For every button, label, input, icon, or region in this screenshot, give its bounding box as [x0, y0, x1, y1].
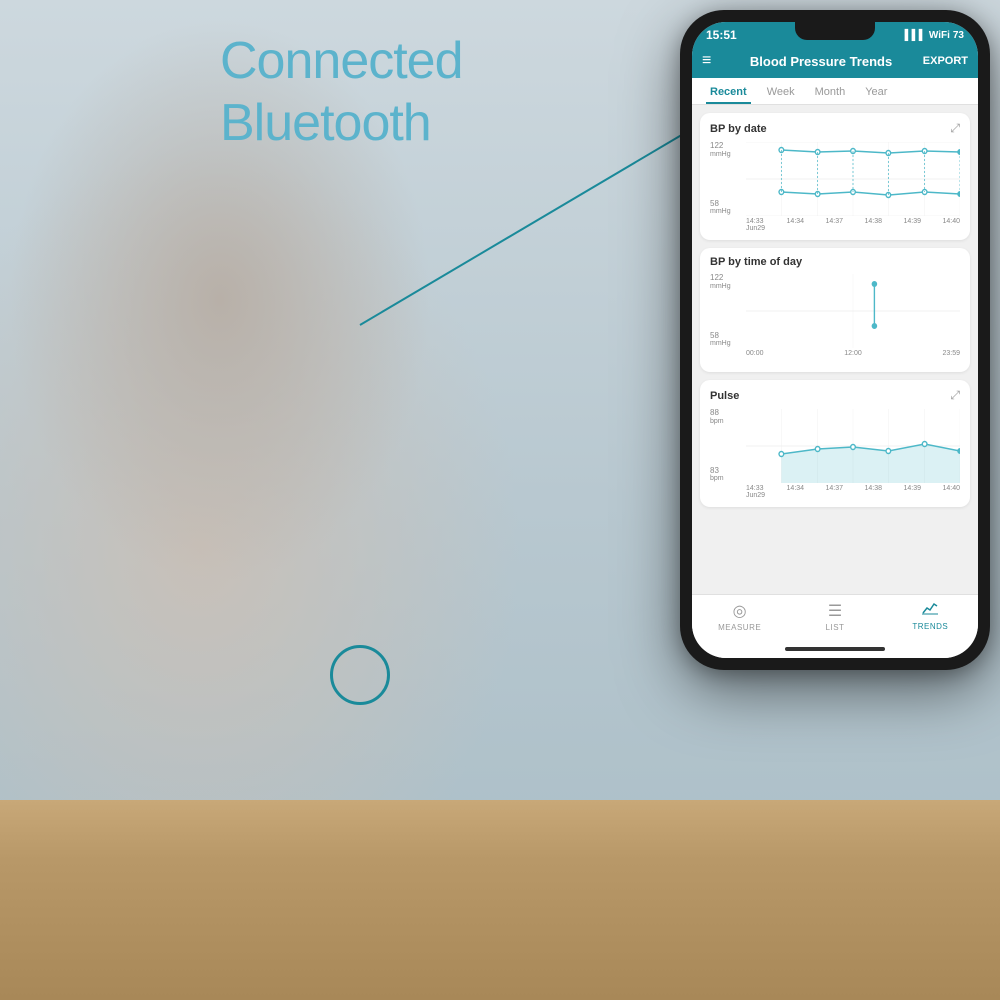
bp-date-plot — [746, 142, 960, 216]
trends-label: TRENDS — [912, 622, 948, 631]
nav-trends[interactable]: TRENDS — [883, 595, 978, 640]
pulse-x-3: 14:37 — [826, 485, 844, 499]
phone-notch — [795, 22, 875, 40]
phone-container: 15:51 ▌▌▌ WiFi 73 ≡ Blood Pressure Trend… — [680, 10, 990, 670]
tab-week[interactable]: Week — [757, 78, 805, 104]
measure-icon: ◎ — [733, 601, 747, 621]
bp-date-x-labels: 14:33Jun29 14:34 14:37 14:38 14:39 14:40 — [746, 218, 960, 232]
pulse-x-labels: 14:33Jun29 14:34 14:37 14:38 14:39 14:40 — [746, 485, 960, 499]
table-surface — [0, 800, 1000, 1000]
headline-connected: Connected — [220, 30, 463, 92]
measure-label: MEASURE — [718, 623, 761, 632]
app-title: Blood Pressure Trends — [719, 54, 922, 69]
tab-year[interactable]: Year — [855, 78, 897, 104]
bp-date-title: BP by date — [710, 123, 767, 135]
tab-bar: Recent Week Month Year — [692, 78, 978, 105]
tab-month[interactable]: Month — [805, 78, 856, 104]
bp-date-chart-area: 122mmHg 58mmHg — [710, 142, 960, 232]
bp-time-title-row: BP by time of day — [710, 256, 960, 268]
pulse-expand-icon[interactable]: ⤢ — [950, 388, 960, 403]
nav-list[interactable]: ☰ LIST — [787, 595, 882, 640]
x-label-00: 00:00 — [746, 350, 764, 364]
phone-screen: 15:51 ▌▌▌ WiFi 73 ≡ Blood Pressure Trend… — [692, 22, 978, 658]
wifi-icon: WiFi — [929, 30, 950, 41]
list-label: LIST — [826, 623, 845, 632]
bp-time-plot — [746, 274, 960, 348]
x-label-12: 12:00 — [844, 350, 862, 364]
phone-frame: 15:51 ▌▌▌ WiFi 73 ≡ Blood Pressure Trend… — [680, 10, 990, 670]
pulse-card: Pulse ⤢ 88bpm 83bpm — [700, 380, 970, 507]
home-indicator — [692, 640, 978, 658]
x-label-3: 14:37 — [826, 218, 844, 232]
status-icons: ▌▌▌ WiFi 73 — [905, 30, 964, 41]
pulse-y-labels: 88bpm 83bpm — [710, 409, 744, 483]
export-button[interactable]: EXPORT — [923, 55, 968, 67]
bp-date-y-labels: 122mmHg 58mmHg — [710, 142, 744, 216]
bp-time-y-labels: 122mmHg 58mmHg — [710, 274, 744, 348]
x-label-6: 14:40 — [942, 218, 960, 232]
pulse-chart-area: 88bpm 83bpm — [710, 409, 960, 499]
pulse-x-6: 14:40 — [942, 485, 960, 499]
pulse-y-top: 88bpm — [710, 409, 744, 425]
tab-recent[interactable]: Recent — [700, 78, 757, 104]
bp-date-card: BP by date ⤢ 122mmHg 58mmHg — [700, 113, 970, 240]
pulse-x-4: 14:38 — [865, 485, 883, 499]
x-label-4: 14:38 — [865, 218, 883, 232]
signal-icon: ▌▌▌ — [905, 30, 926, 41]
x-label-23: 23:59 — [942, 350, 960, 364]
x-label-1: 14:33Jun29 — [746, 218, 765, 232]
bp-date-y-bottom: 58mmHg — [710, 200, 744, 216]
menu-icon[interactable]: ≡ — [702, 52, 711, 70]
bp-time-x-labels: 00:00 12:00 23:59 — [746, 350, 960, 364]
bp-time-y-top: 122mmHg — [710, 274, 744, 290]
pulse-x-2: 14:34 — [787, 485, 805, 499]
list-icon: ☰ — [828, 601, 842, 621]
bp-date-y-top: 122mmHg — [710, 142, 744, 158]
bp-date-expand-icon[interactable]: ⤢ — [950, 121, 960, 136]
home-bar — [785, 647, 885, 651]
pulse-title-row: Pulse ⤢ — [710, 388, 960, 403]
pulse-x-5: 14:39 — [903, 485, 921, 499]
bp-time-title: BP by time of day — [710, 256, 802, 268]
bottom-nav: ◎ MEASURE ☰ LIST TRENDS — [692, 594, 978, 640]
headline-text: Connected Bluetooth — [220, 30, 463, 155]
bp-date-title-row: BP by date ⤢ — [710, 121, 960, 136]
pulse-plot — [746, 409, 960, 483]
x-label-5: 14:39 — [903, 218, 921, 232]
scroll-content[interactable]: BP by date ⤢ 122mmHg 58mmHg — [692, 105, 978, 594]
bp-time-chart-area: 122mmHg 58mmHg — [710, 274, 960, 364]
battery-level: 73 — [953, 30, 964, 41]
pulse-title: Pulse — [710, 390, 739, 402]
headline-bluetooth: Bluetooth — [220, 92, 463, 154]
bp-time-card: BP by time of day 122mmHg 58mmHg — [700, 248, 970, 372]
x-label-2: 14:34 — [787, 218, 805, 232]
status-time: 15:51 — [706, 28, 737, 42]
app-header: ≡ Blood Pressure Trends EXPORT — [692, 46, 978, 78]
nav-measure[interactable]: ◎ MEASURE — [692, 595, 787, 640]
pulse-x-1: 14:33Jun29 — [746, 485, 765, 499]
trends-icon — [922, 601, 938, 620]
bp-time-y-bottom: 58mmHg — [710, 332, 744, 348]
hand-circle-indicator — [330, 645, 390, 705]
pulse-y-bottom: 83bpm — [710, 467, 744, 483]
